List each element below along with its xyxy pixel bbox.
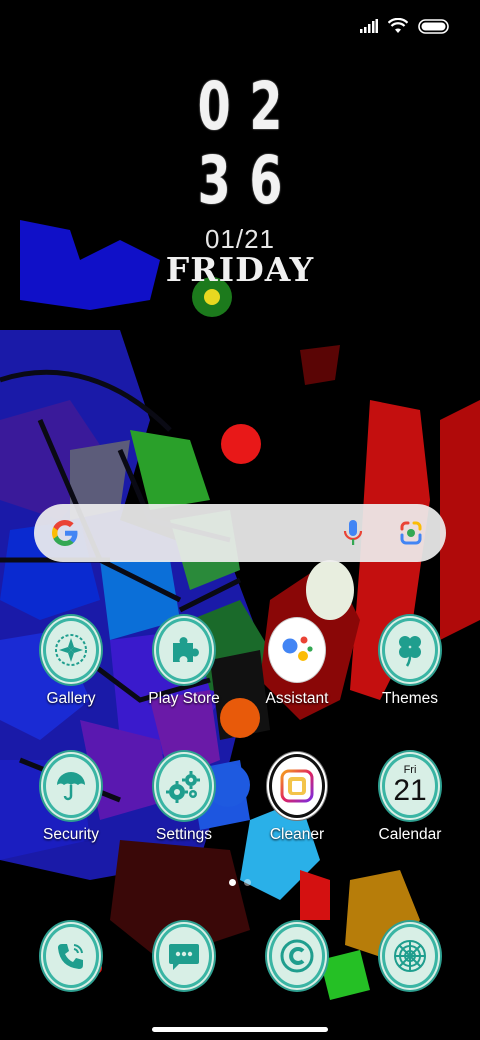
- page-indicator: [0, 879, 480, 886]
- home-gesture-bar[interactable]: [152, 1027, 328, 1032]
- page-dot[interactable]: [244, 879, 251, 886]
- app-cleaner[interactable]: Cleaner: [242, 754, 352, 844]
- app-settings[interactable]: Settings: [129, 754, 239, 844]
- assistant-icon[interactable]: [269, 618, 325, 682]
- google-search-bar[interactable]: [34, 504, 446, 562]
- cleaner-icon[interactable]: [269, 754, 325, 818]
- dock-messages[interactable]: [129, 924, 239, 988]
- lens-icon[interactable]: [398, 520, 424, 546]
- copyright-icon[interactable]: [269, 924, 325, 988]
- calendar-icon[interactable]: Fri 21: [382, 754, 438, 818]
- app-label: Assistant: [265, 690, 329, 707]
- dock-copyright-app[interactable]: [242, 924, 352, 988]
- calendar-date: 21: [393, 773, 427, 807]
- phone-icon[interactable]: [43, 924, 99, 988]
- day-text: FRIDAY: [165, 250, 315, 289]
- app-label: Calendar: [378, 826, 442, 843]
- puzzle-icon[interactable]: [156, 618, 212, 682]
- app-label: Play Store: [148, 690, 220, 707]
- battery-icon: [418, 18, 449, 34]
- app-assistant[interactable]: Assistant: [242, 618, 352, 708]
- clover-icon[interactable]: [382, 618, 438, 682]
- app-play-store[interactable]: Play Store: [129, 618, 239, 708]
- clock-hours: 02: [197, 68, 302, 145]
- app-security[interactable]: Security: [16, 754, 126, 844]
- app-calendar[interactable]: Fri 21 Calendar: [355, 754, 465, 844]
- app-label: Themes: [382, 690, 438, 707]
- app-label: Gallery: [46, 690, 96, 707]
- dock-phone[interactable]: [16, 924, 126, 988]
- app-gallery[interactable]: Gallery: [16, 618, 126, 708]
- messages-icon[interactable]: [156, 924, 212, 988]
- browser-icon[interactable]: [382, 924, 438, 988]
- signal-icon: [360, 19, 378, 33]
- app-themes[interactable]: Themes: [355, 618, 465, 708]
- gallery-icon[interactable]: [43, 618, 99, 682]
- status-bar: [0, 0, 480, 52]
- gears-icon[interactable]: [156, 754, 212, 818]
- page-dot-active: [229, 879, 236, 886]
- umbrella-icon[interactable]: [43, 754, 99, 818]
- clock-widget[interactable]: 02 36: [0, 70, 480, 218]
- clock-minutes: 36: [197, 142, 302, 219]
- mic-icon[interactable]: [342, 519, 364, 547]
- app-label: Security: [43, 826, 99, 843]
- google-icon: [52, 520, 78, 546]
- app-label: Cleaner: [269, 826, 325, 843]
- dock-browser[interactable]: [355, 924, 465, 988]
- status-icons: [360, 18, 450, 34]
- calendar-inner: Fri 21: [393, 764, 427, 807]
- wifi-icon: [388, 18, 408, 33]
- app-label: Settings: [155, 826, 212, 843]
